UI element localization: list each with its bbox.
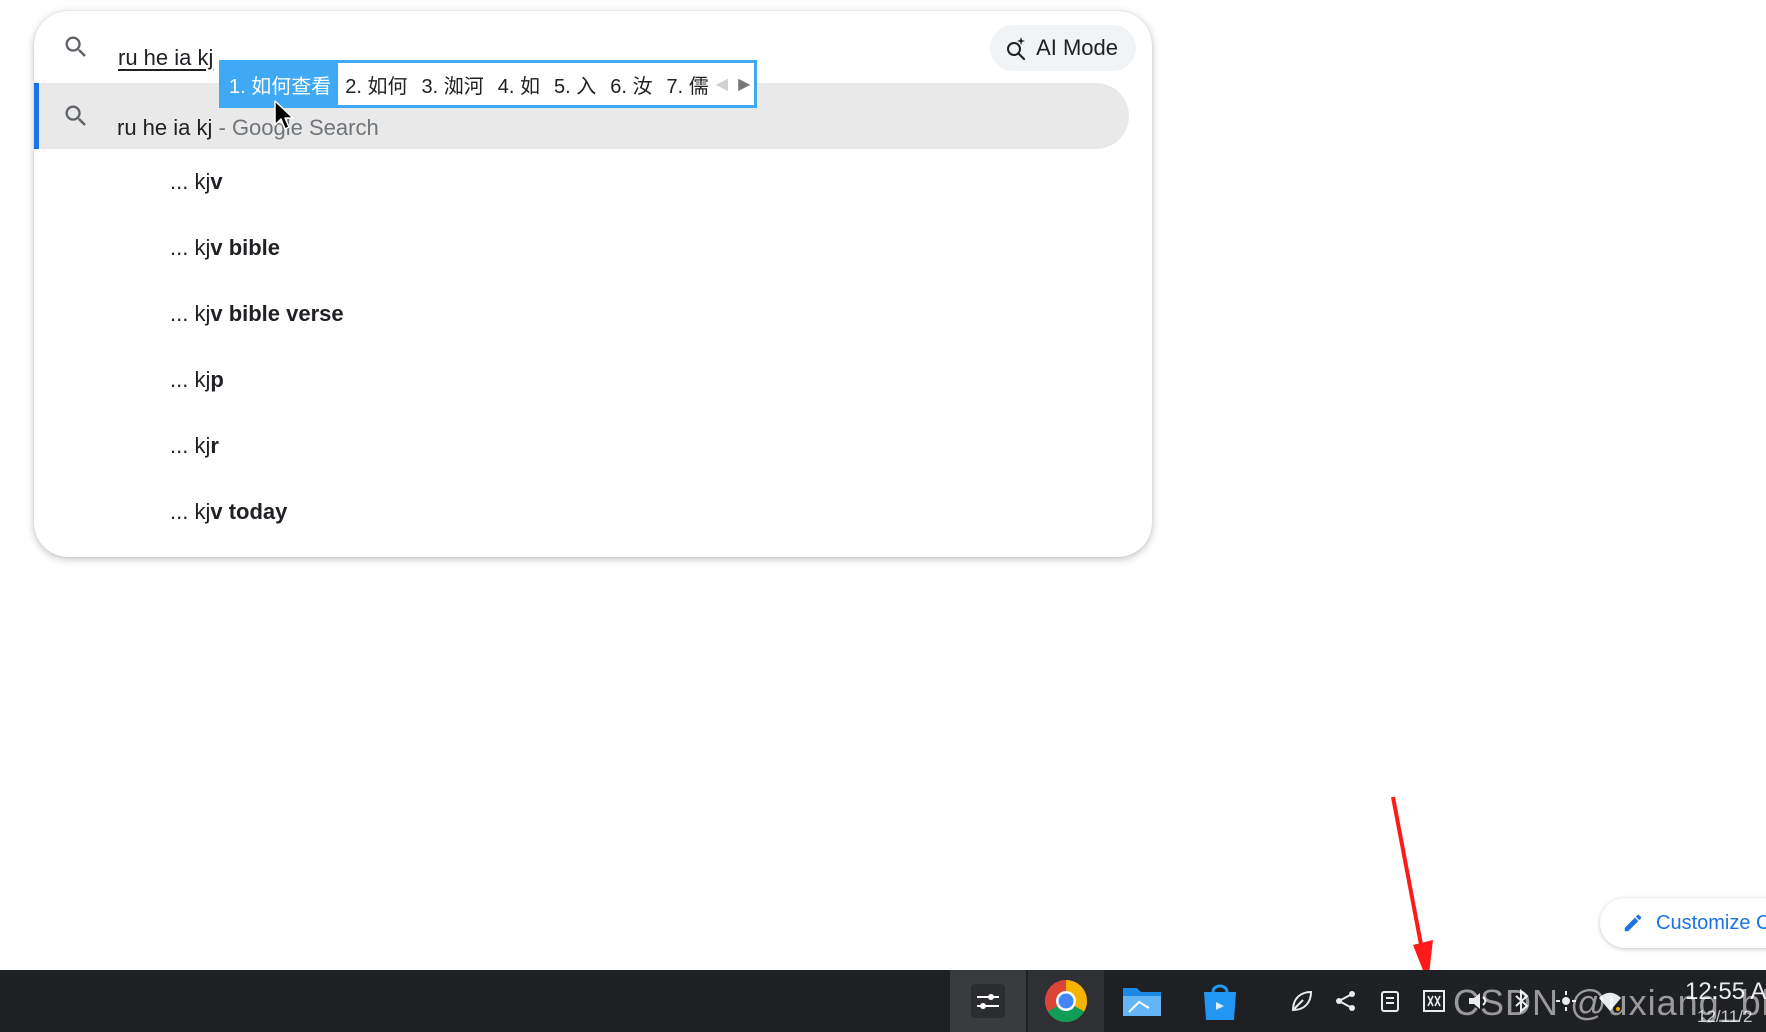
- customize-label: Customize C: [1656, 911, 1766, 934]
- chrome-icon: [1044, 980, 1088, 1023]
- taskbar-chrome-app[interactable]: [1028, 970, 1104, 1032]
- ai-sparkle-search-icon: [1007, 37, 1026, 60]
- search-icon: [65, 36, 86, 57]
- suggestion-completion: v today: [210, 499, 288, 524]
- suggestion-text: ... kjr: [170, 432, 219, 460]
- suggestion-prefix: ... kj: [170, 301, 211, 326]
- suggestion-completion: v bible verse: [210, 301, 344, 326]
- ime-candidate-1[interactable]: 1. 如何查看: [222, 63, 339, 105]
- suggestion-item[interactable]: ... kjv: [34, 149, 1152, 215]
- pencil-icon: [1624, 914, 1642, 932]
- watermark: CSDN @uxiang_blog: [1453, 982, 1766, 1023]
- ime-candidate-6[interactable]: 6. 汝: [603, 63, 659, 105]
- suggestion-text: ... kjp: [170, 366, 224, 394]
- taskbar-settings-app[interactable]: [950, 970, 1026, 1032]
- suggestion-prefix: ... kj: [170, 499, 211, 524]
- ai-mode-button[interactable]: AI Mode: [990, 25, 1136, 71]
- search-input[interactable]: ru he ia kj: [118, 44, 213, 72]
- suggestion-completion: r: [210, 433, 219, 458]
- folder-icon: [1123, 988, 1161, 1016]
- share-network-icon[interactable]: [1331, 986, 1361, 1016]
- ime-candidate-5[interactable]: 5. 入: [547, 63, 603, 105]
- shopping-bag-icon: [1204, 984, 1236, 1020]
- ai-mode-label: AI Mode: [1036, 35, 1118, 60]
- search-icon: [65, 105, 86, 126]
- suggestion-completion: p: [210, 367, 224, 392]
- customize-chrome-button[interactable]: Customize C: [1600, 898, 1766, 948]
- ime-candidate-7[interactable]: 7. 儒: [660, 63, 716, 105]
- suggestion-prefix: ... kj: [170, 169, 211, 194]
- ime-prev-page-icon[interactable]: ◀: [716, 74, 728, 94]
- suggestion-suffix: - Google Search: [212, 115, 379, 140]
- suggestion-completion: v bible: [210, 235, 281, 260]
- suggestion-text: ... kjv bible verse: [170, 300, 344, 328]
- suggestion-prefix: ... kj: [170, 367, 211, 392]
- suggestion-text: ... kjv: [170, 168, 223, 196]
- suggestion-prefix: ... kj: [170, 433, 211, 458]
- suggestion-prefix: ... kj: [170, 235, 211, 260]
- suggestion-item[interactable]: ... kjv today: [34, 479, 1152, 545]
- annotation-arrow-icon: [1391, 796, 1433, 983]
- suggestion-text: ... kjv today: [170, 498, 287, 526]
- suggestion-item[interactable]: ... kjv bible: [34, 215, 1152, 281]
- mouse-pointer-icon: [274, 100, 294, 130]
- suggestion-text: ru he ia kj - Google Search: [117, 114, 379, 142]
- ime-page-arrows: ◀ ▶: [716, 74, 759, 94]
- ime-next-page-icon[interactable]: ▶: [738, 74, 750, 94]
- ime-candidate-2[interactable]: 2. 如何: [338, 63, 414, 105]
- suggestion-text: ... kjv bible: [170, 234, 280, 262]
- clipboard-icon[interactable]: [1375, 986, 1405, 1016]
- leaf-icon[interactable]: [1287, 986, 1317, 1016]
- taskbar-files-app[interactable]: [1104, 970, 1180, 1032]
- ime-candidate-3[interactable]: 3. 洳河: [415, 63, 491, 105]
- ime-candidate-bar: 1. 如何查看 2. 如何 3. 洳河 4. 如 5. 入 6. 汝 7. 儒 …: [219, 60, 757, 108]
- suggestion-query: ru he ia kj: [117, 115, 213, 140]
- taskbar-store-app[interactable]: [1182, 970, 1258, 1032]
- input-method-icon[interactable]: [1419, 986, 1449, 1016]
- ime-candidate-4[interactable]: 4. 如: [491, 63, 547, 105]
- suggestion-list: ru he ia kj - Google Search ... kjv ... …: [34, 83, 1152, 545]
- suggestion-completion: v: [210, 169, 223, 194]
- sliders-icon: [971, 984, 1005, 1018]
- suggestion-item[interactable]: ... kjp: [34, 347, 1152, 413]
- screen: ru he ia kj AI Mode ru he ia kj - Google…: [0, 0, 1766, 1032]
- suggestion-item[interactable]: ... kjr: [34, 413, 1152, 479]
- suggestion-item[interactable]: ... kjv bible verse: [34, 281, 1152, 347]
